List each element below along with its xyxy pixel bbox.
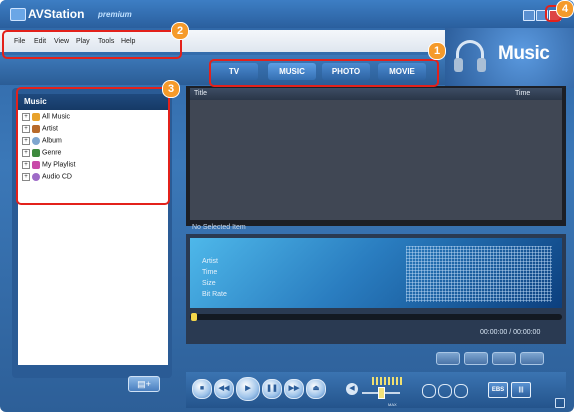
volume-icon[interactable]: ◀ bbox=[346, 383, 358, 395]
seek-handle[interactable] bbox=[191, 313, 197, 321]
mode-icon[interactable] bbox=[454, 384, 468, 398]
tracklist-header bbox=[190, 88, 562, 100]
callout-box-tabs bbox=[209, 59, 439, 87]
view-button-1[interactable] bbox=[436, 352, 460, 365]
ebs-button[interactable]: EBS bbox=[488, 382, 508, 398]
section-title: Music bbox=[498, 43, 550, 64]
view-button-2[interactable] bbox=[464, 352, 488, 365]
tracklist-body[interactable] bbox=[190, 100, 562, 220]
volume-max-label: MAX bbox=[388, 402, 397, 407]
headphones-cup-right bbox=[477, 58, 486, 72]
view-button-4[interactable] bbox=[520, 352, 544, 365]
play-button[interactable]: ▶ bbox=[236, 377, 260, 401]
headphones-cup-left bbox=[454, 58, 463, 72]
spectrum-grid bbox=[406, 246, 552, 302]
info-bitrate-label: Bit Rate bbox=[202, 291, 227, 298]
view-button-3[interactable] bbox=[492, 352, 516, 365]
selection-status: No Selected Item bbox=[192, 224, 246, 231]
callout-badge-4: 4 bbox=[556, 0, 574, 18]
minimize-icon[interactable] bbox=[523, 10, 535, 21]
callout-badge-2: 2 bbox=[171, 22, 189, 40]
resize-icon[interactable] bbox=[555, 398, 565, 408]
open-button[interactable]: ⏏ bbox=[306, 379, 326, 399]
column-title[interactable]: Title bbox=[194, 90, 207, 97]
time-readout: 00:00:00 / 00:00:00 bbox=[480, 329, 541, 336]
callout-box-library bbox=[16, 87, 170, 205]
stop-button[interactable]: ■ bbox=[192, 379, 212, 399]
shuffle-icon[interactable] bbox=[438, 384, 452, 398]
callout-badge-1: 1 bbox=[428, 42, 446, 60]
info-size-label: Size bbox=[202, 280, 216, 287]
pause-button[interactable]: ❚❚ bbox=[262, 379, 282, 399]
library-tree-empty-area bbox=[18, 205, 168, 365]
callout-badge-3: 3 bbox=[162, 80, 180, 98]
app-logo-icon bbox=[10, 8, 26, 21]
app-window: AVStation premium File Edit View Play To… bbox=[0, 0, 574, 412]
column-time[interactable]: Time bbox=[515, 90, 530, 97]
equalizer-button[interactable]: ||| bbox=[511, 382, 531, 398]
info-time-label: Time bbox=[202, 269, 218, 276]
callout-box-menu bbox=[2, 30, 182, 59]
repeat-icon[interactable] bbox=[422, 384, 436, 398]
title-bar bbox=[0, 0, 574, 28]
volume-knob[interactable] bbox=[378, 387, 385, 399]
info-artist-label: Artist bbox=[202, 258, 218, 265]
next-button[interactable]: ▶▶ bbox=[284, 379, 304, 399]
previous-button[interactable]: ◀◀ bbox=[214, 379, 234, 399]
volume-level-bars bbox=[372, 377, 402, 385]
seek-bar[interactable] bbox=[190, 314, 562, 320]
app-title: AVStation bbox=[28, 7, 85, 21]
add-playlist-button[interactable]: ▤+ bbox=[128, 376, 160, 392]
app-edition: premium bbox=[98, 10, 132, 19]
